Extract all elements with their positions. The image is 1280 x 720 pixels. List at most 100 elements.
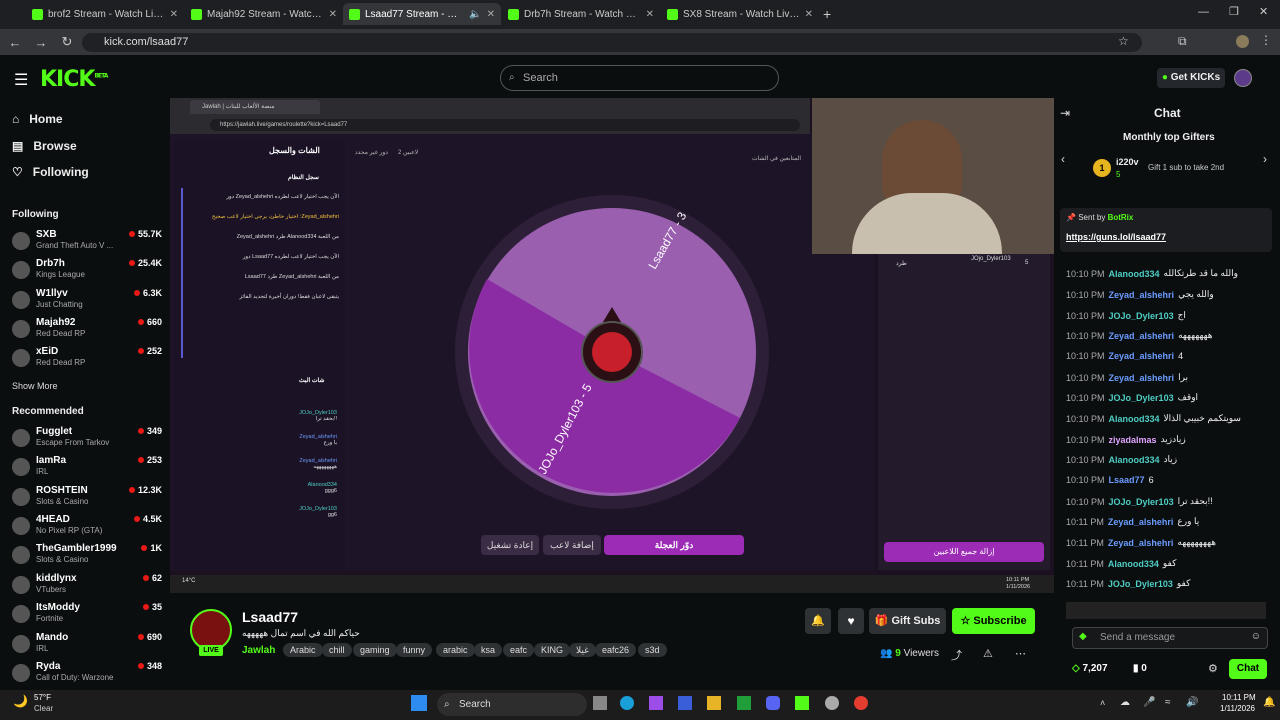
nav-following[interactable]: ♡ Following (12, 165, 89, 179)
remove-all-players-button[interactable]: إزالة جميع اللاعبين (884, 542, 1044, 562)
volume-icon[interactable]: 🔊 (1186, 697, 1198, 708)
chat-settings-gear-icon[interactable]: ⚙ (1208, 662, 1218, 675)
new-tab-icon[interactable]: + (823, 6, 831, 22)
notifications-icon[interactable]: 🔔 (1263, 697, 1275, 708)
share-icon[interactable]: ⤴ (951, 647, 962, 663)
tag[interactable]: KING (534, 643, 571, 657)
sidebar-channel-drb7h[interactable]: Drb7h Kings League 25.4K (12, 258, 162, 286)
follow-heart-icon[interactable]: ♥ (838, 608, 864, 634)
pinned-link[interactable]: https://guns.lol/lsaad77 (1066, 232, 1166, 242)
close-tab-icon[interactable]: ✕ (805, 9, 813, 20)
tag[interactable]: gaming (353, 643, 397, 657)
minimize-icon[interactable]: — (1198, 6, 1209, 18)
search-input[interactable]: ⌕ Search (500, 65, 779, 91)
store-icon[interactable] (678, 696, 692, 710)
chevron-left-icon[interactable]: ‹ (1061, 152, 1065, 166)
discord-icon[interactable] (766, 696, 780, 710)
chevron-right-icon[interactable]: › (1263, 152, 1267, 166)
browser-tab[interactable]: Drb7h Stream - Watch Live on✕ (502, 3, 660, 25)
emote-bar[interactable] (1066, 602, 1266, 619)
sidebar-channel-fugglet[interactable]: Fugglet Escape From Tarkov 349 (12, 426, 162, 454)
hamburger-menu-icon[interactable]: ☰ (14, 70, 28, 90)
steam-icon[interactable] (825, 696, 839, 710)
nav-home[interactable]: ⌂ Home (12, 112, 63, 126)
channel-points[interactable]: ◇ 7,207 (1072, 663, 1108, 674)
extensions-icon[interactable]: ⧉ (1178, 34, 1187, 49)
windows-start-icon[interactable] (411, 695, 427, 711)
stream-category-link[interactable]: Jawlah (242, 645, 275, 656)
sidebar-channel-4head[interactable]: 4HEAD No Pixel RP (GTA) 4.5K (12, 514, 162, 542)
xbox-icon[interactable] (737, 696, 751, 710)
browser-tab[interactable]: brof2 Stream - Watch Live on K✕ (26, 3, 184, 25)
tag[interactable]: eafc (503, 643, 535, 657)
sidebar-channel-kiddlynx[interactable]: kiddlynx VTubers 62 (12, 573, 162, 601)
nav-browse[interactable]: ▤ Browse (12, 139, 77, 153)
collapse-chat-icon[interactable]: ⇥ (1060, 106, 1070, 120)
tag[interactable]: chill (322, 643, 352, 657)
emoji-icon[interactable]: ☺ (1251, 631, 1261, 642)
tag[interactable]: arabic (436, 643, 475, 657)
kicks-balance[interactable]: ▮ 0 (1133, 663, 1147, 674)
chrome-icon[interactable] (854, 696, 868, 710)
forward-icon[interactable]: → (28, 35, 54, 50)
menu-dots-icon[interactable]: ⋮ (1260, 33, 1272, 47)
close-tab-icon[interactable]: ✕ (646, 9, 654, 20)
sidebar-channel-itsmoddy[interactable]: ItsModdy Fortnite 35 (12, 602, 162, 630)
sidebar-channel-w1llyv[interactable]: W1llyv Just Chatting 6.3K (12, 288, 162, 316)
tray-chevron-icon[interactable]: ˄ (1100, 698, 1105, 708)
tag[interactable]: funny (396, 643, 433, 657)
user-avatar[interactable] (1234, 69, 1252, 87)
file-explorer-icon[interactable] (707, 696, 721, 710)
send-message-input[interactable]: ◆ Send a message ☺ (1072, 627, 1268, 649)
edge-icon[interactable] (620, 696, 634, 710)
gift-subs-button[interactable]: 🎁 Gift Subs (869, 608, 946, 634)
report-icon[interactable]: ⚠ (983, 647, 993, 660)
browser-tab[interactable]: Majah92 Stream - Watch Live o✕ (185, 3, 343, 25)
restore-icon[interactable]: ❐ (1229, 5, 1239, 18)
sidebar-channel-ryda[interactable]: Ryda Call of Duty: Warzone 348 (12, 661, 162, 689)
more-icon[interactable]: ⋯ (1015, 647, 1026, 660)
sidebar-channel-mando[interactable]: Mando IRL 690 (12, 632, 162, 660)
chat-send-button[interactable]: Chat (1229, 659, 1267, 679)
kick-app-icon[interactable] (795, 696, 809, 710)
streamer-name[interactable]: Lsaad77 (242, 609, 298, 625)
url-field[interactable]: kick.com/lsaad77 (82, 33, 1142, 52)
tag[interactable]: Arabic (283, 643, 323, 657)
mic-icon[interactable]: 🎤 (1143, 697, 1155, 708)
close-window-icon[interactable]: ✕ (1259, 5, 1268, 18)
spin-wheel-button[interactable]: دوّر العجلة (604, 535, 744, 555)
bookmark-star-icon[interactable]: ☆ (1118, 34, 1129, 48)
subscribe-button[interactable]: ☆ Subscribe (952, 608, 1035, 634)
kick-logo[interactable]: KICKBETA (40, 67, 108, 92)
sidebar-channel-majah92[interactable]: Majah92 Red Dead RP 660 (12, 317, 162, 345)
back-icon[interactable]: ← (2, 35, 28, 50)
pinned-message[interactable]: 📌 Sent by BotRix https://guns.lol/lsaad7… (1060, 208, 1272, 252)
sidebar-channel-xeid[interactable]: xEiD Red Dead RP 252 (12, 346, 162, 374)
reload-icon[interactable]: ↻ (54, 34, 80, 50)
speaker-icon[interactable]: 🔈 (469, 9, 481, 20)
sidebar-channel-thegambler1999[interactable]: TheGambler1999 Slots & Casino 1K (12, 543, 162, 571)
tag[interactable]: s3d (638, 643, 667, 657)
close-tab-icon[interactable]: ✕ (329, 9, 337, 20)
sidebar-channel-sxb[interactable]: SXB Grand Theft Auto V ... 55.7K (12, 229, 162, 257)
profile-avatar[interactable] (1236, 35, 1249, 48)
sidebar-channel-roshtein[interactable]: ROSHTEIN Slots & Casino 12.3K (12, 485, 162, 513)
tag[interactable]: غيلا (569, 643, 596, 657)
close-tab-icon[interactable]: ✕ (487, 9, 495, 20)
app-icon[interactable] (649, 696, 663, 710)
tag[interactable]: eafc26 (595, 643, 637, 657)
add-player-button[interactable]: إضافة لاعب (543, 535, 601, 555)
task-view-icon[interactable] (593, 696, 607, 710)
notification-bell-icon[interactable]: 🔔 (805, 608, 831, 634)
browser-tab[interactable]: SX8 Stream - Watch Live on Ki✕ (661, 3, 819, 25)
show-more-link[interactable]: Show More (12, 381, 58, 391)
close-tab-icon[interactable]: ✕ (170, 9, 178, 20)
sidebar-channel-iamra[interactable]: IamRa IRL 253 (12, 455, 162, 483)
restart-button[interactable]: إعادة تشغيل (481, 535, 539, 555)
browser-tab-active[interactable]: Lsaad77 Stream - Watch Liv🔈✕ (343, 3, 501, 25)
tag[interactable]: ksa (474, 643, 503, 657)
get-kicks-button[interactable]: ● Get KICKs (1157, 68, 1225, 88)
taskbar-search[interactable]: ⌕ Search (437, 693, 587, 716)
wifi-icon[interactable]: ≈ (1165, 697, 1171, 708)
roulette-wheel[interactable]: Lsaad77 - 3 JOJo_Dyler103 - 5 (455, 195, 770, 510)
